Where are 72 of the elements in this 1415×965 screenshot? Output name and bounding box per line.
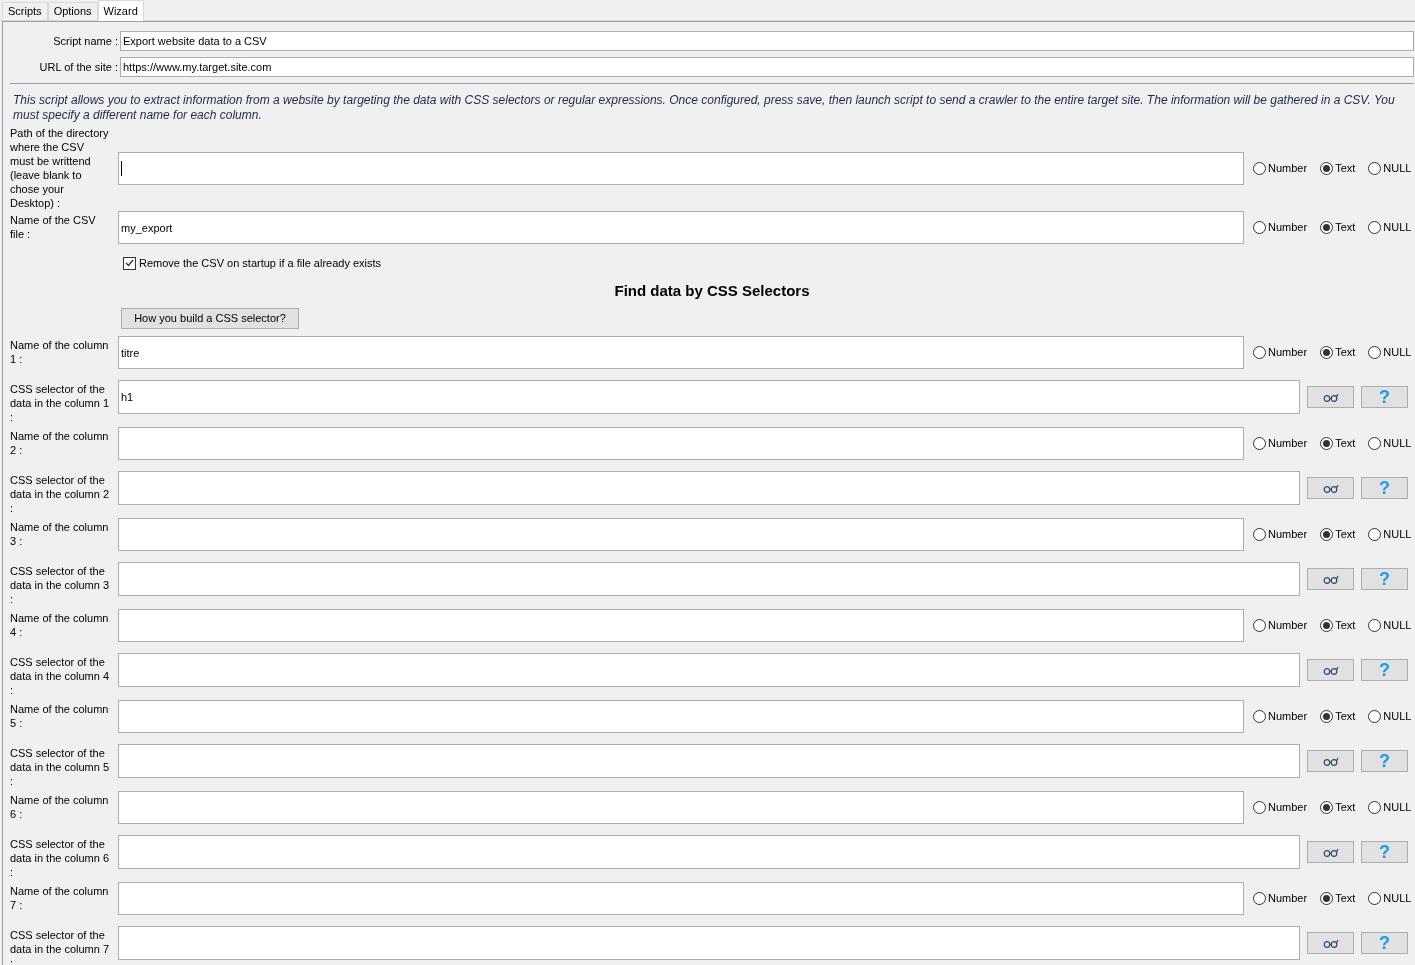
field-label: CSS selector of the data in the column 1 : (10, 382, 110, 424)
radio-option[interactable]: NULL (1368, 219, 1412, 236)
field-label: Name of the column 4 : (10, 611, 110, 639)
radio-option[interactable]: NULL (1368, 890, 1412, 907)
glasses-icon (1322, 756, 1339, 766)
glasses-icon (1322, 392, 1339, 402)
radio-option[interactable]: Number (1253, 435, 1308, 452)
help-link-button[interactable]: How you build a CSS selector? (121, 308, 299, 329)
tab[interactable]: Options (47, 2, 98, 20)
field-label: Name of the column 5 : (10, 702, 110, 730)
text-field[interactable]: https://www.my.target.site.com (120, 57, 1414, 77)
preview-button[interactable] (1307, 932, 1354, 954)
field-label: CSS selector of the data in the column 5 : (10, 746, 110, 788)
glasses-icon (1322, 483, 1339, 493)
radio-option[interactable]: Text (1320, 708, 1356, 725)
preview-button[interactable] (1307, 750, 1354, 772)
preview-button[interactable] (1307, 659, 1354, 681)
field-label: Name of the column 1 : (10, 338, 110, 366)
text-field[interactable]: my_export (118, 211, 1244, 244)
radio-option[interactable]: Text (1320, 890, 1356, 907)
check-icon (125, 259, 134, 267)
preview-button[interactable] (1307, 386, 1354, 408)
radio-option[interactable]: NULL (1368, 526, 1412, 543)
radio-option[interactable]: NULL (1368, 617, 1412, 634)
text-field[interactable]: Export website data to a CSV (120, 31, 1414, 51)
field-label: CSS selector of the data in the column 7 : (10, 928, 110, 965)
radio-option[interactable]: Number (1253, 890, 1308, 907)
radio-option[interactable]: Number (1253, 526, 1308, 543)
radio-option[interactable]: NULL (1368, 435, 1412, 452)
radio-option[interactable]: NULL (1368, 799, 1412, 816)
radio-option[interactable]: Text (1320, 344, 1356, 361)
field-label: URL of the site : (38, 59, 119, 75)
field-label: Name of the column 2 : (10, 429, 110, 457)
preview-button[interactable] (1307, 568, 1354, 590)
radio-option[interactable]: Text (1320, 799, 1356, 816)
field-label: Name of the column 7 : (10, 884, 110, 912)
radio-option[interactable]: NULL (1368, 344, 1412, 361)
text-field[interactable]: titre (118, 336, 1244, 369)
checkbox[interactable]: Remove the CSV on startup if a file already exists (123, 255, 382, 271)
field-label: CSS selector of the data in the column 6 : (10, 837, 110, 879)
tab[interactable]: Scripts (2, 2, 48, 20)
radio-option[interactable]: Number (1253, 159, 1308, 177)
glasses-icon (1322, 938, 1339, 948)
glasses-icon (1322, 665, 1339, 675)
radio-option[interactable]: Number (1253, 799, 1308, 816)
glasses-icon (1322, 847, 1339, 857)
section-heading: Find data by CSS Selectors (613, 282, 811, 300)
glasses-icon (1322, 574, 1339, 584)
radio-option[interactable]: NULL (1368, 159, 1412, 177)
radio-option[interactable]: Number (1253, 219, 1308, 236)
preview-button[interactable] (1307, 477, 1354, 499)
field-label: Name of the column 6 : (10, 793, 110, 821)
tab[interactable]: Wizard (97, 0, 144, 21)
radio-option[interactable]: Number (1253, 708, 1308, 725)
radio-option[interactable]: Text (1320, 159, 1356, 177)
field-label: CSS selector of the data in the column 3 : (10, 564, 110, 606)
preview-button[interactable] (1307, 841, 1354, 863)
field-label: CSS selector of the data in the column 2 : (10, 473, 110, 515)
field-label: Script name : (52, 33, 119, 49)
radio-option[interactable]: Text (1320, 435, 1356, 452)
field-label: Name of the CSV file : (10, 213, 97, 241)
field-label: CSS selector of the data in the column 4 : (10, 655, 110, 697)
radio-option[interactable]: Text (1320, 219, 1356, 236)
radio-option[interactable]: NULL (1368, 708, 1412, 725)
field-label: Name of the column 3 : (10, 520, 110, 548)
field-label: Path of the directory where the CSV must be writtend (leave blank to chose your Desktop) : (10, 126, 110, 210)
radio-option[interactable]: Text (1320, 526, 1356, 543)
description-text: This script allows you to extract information from a website by targeting the data with CSS selectors or regular expressions. Once configured, press save, then launch script to send a crawler to the entire target site. The information will be gathered in a CSV. You must specify a different name for each column. (12, 93, 1396, 123)
radio-option[interactable]: Number (1253, 344, 1308, 361)
text-field[interactable]: h1 (118, 380, 1300, 414)
radio-option[interactable]: Number (1253, 617, 1308, 634)
radio-option[interactable]: Text (1320, 617, 1356, 634)
